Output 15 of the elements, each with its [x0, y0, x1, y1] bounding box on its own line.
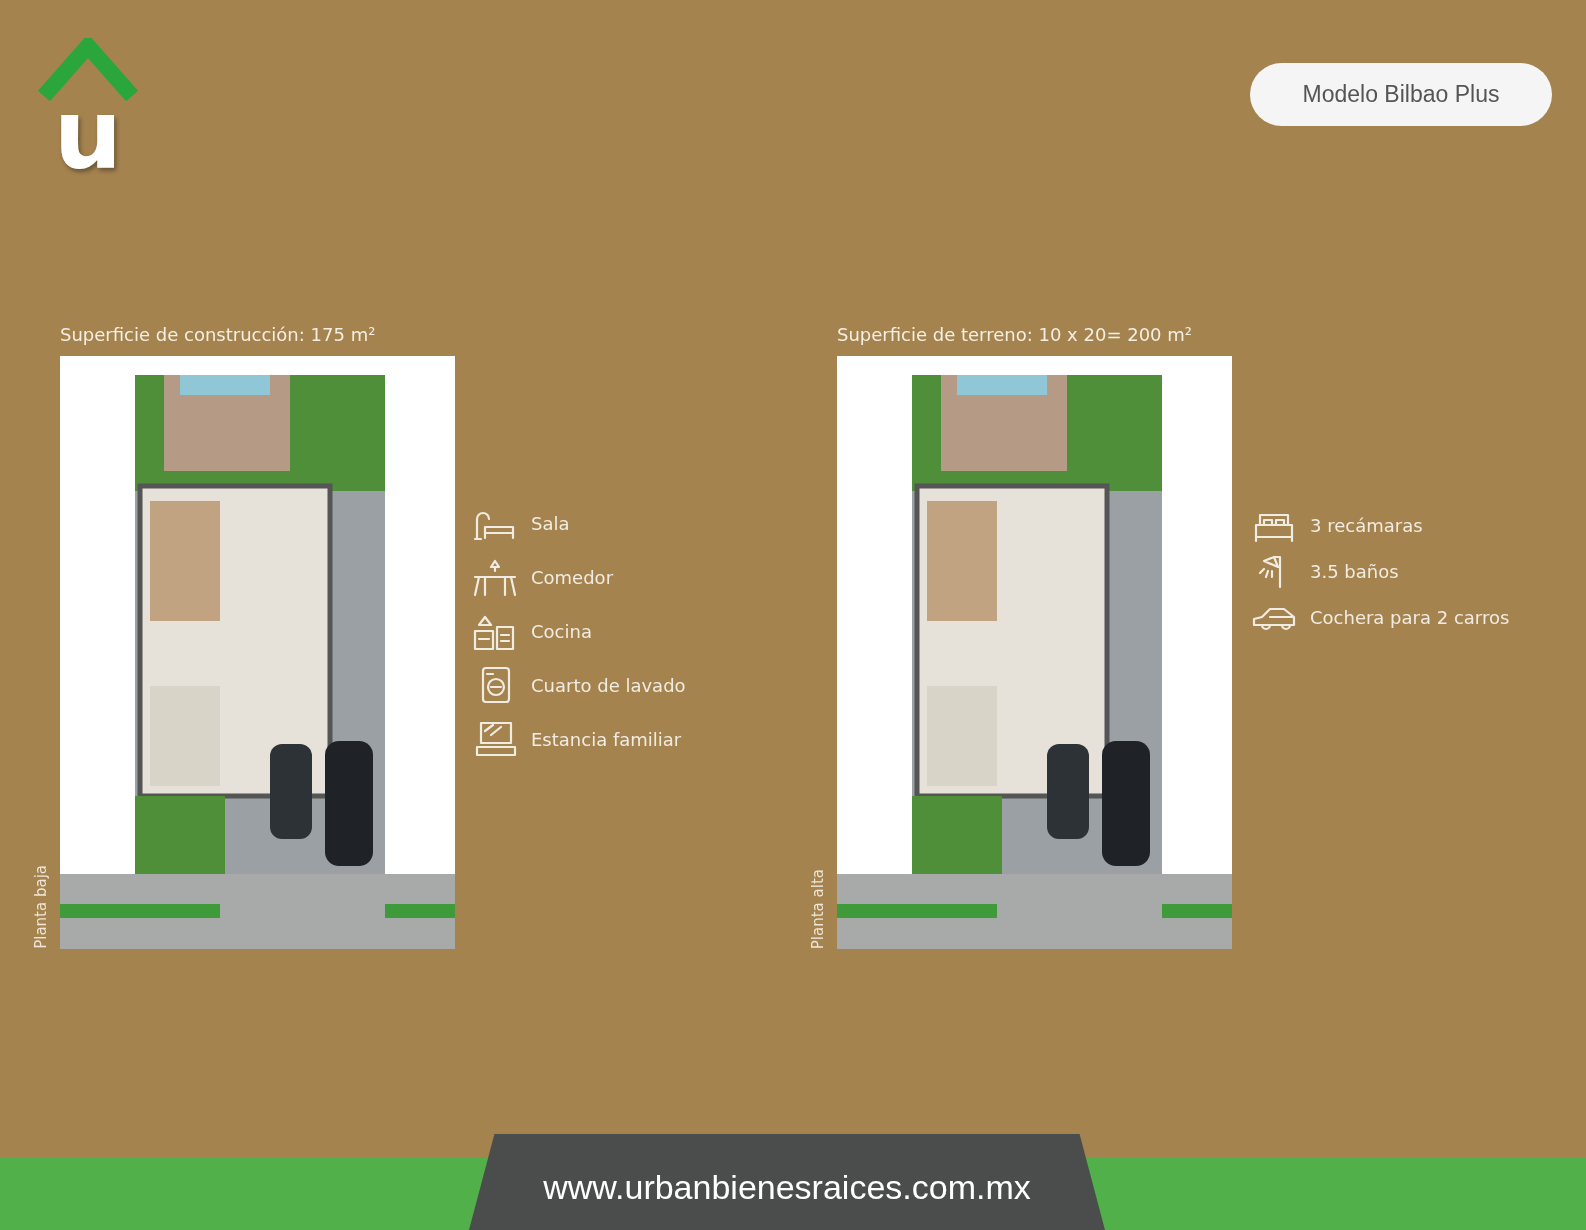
- feature-label: Cocina: [531, 620, 592, 642]
- feature-label: 3 recámaras: [1310, 514, 1423, 536]
- model-button[interactable]: Modelo Bilbao Plus: [1250, 63, 1552, 126]
- feature-label: Sala: [531, 512, 570, 534]
- floor-label: Planta alta: [809, 868, 828, 949]
- floor-label: Planta baja: [32, 865, 51, 949]
- website-link[interactable]: www.urbanbienesraices.com.mx: [469, 1134, 1105, 1230]
- feature-label: Comedor: [531, 566, 614, 588]
- feature-label: Cuarto de lavado: [531, 674, 686, 696]
- feature-label: 3.5 baños: [1310, 560, 1399, 582]
- dining-table-icon: [471, 557, 519, 597]
- feature-label: Estancia familiar: [531, 728, 682, 750]
- area-title: Superficie de terreno: 10 x 20= 200 m²: [837, 324, 1194, 347]
- feature-label: Cochera para 2 carros: [1310, 606, 1510, 628]
- area-title: Superficie de construcción: 175 m²: [60, 324, 377, 347]
